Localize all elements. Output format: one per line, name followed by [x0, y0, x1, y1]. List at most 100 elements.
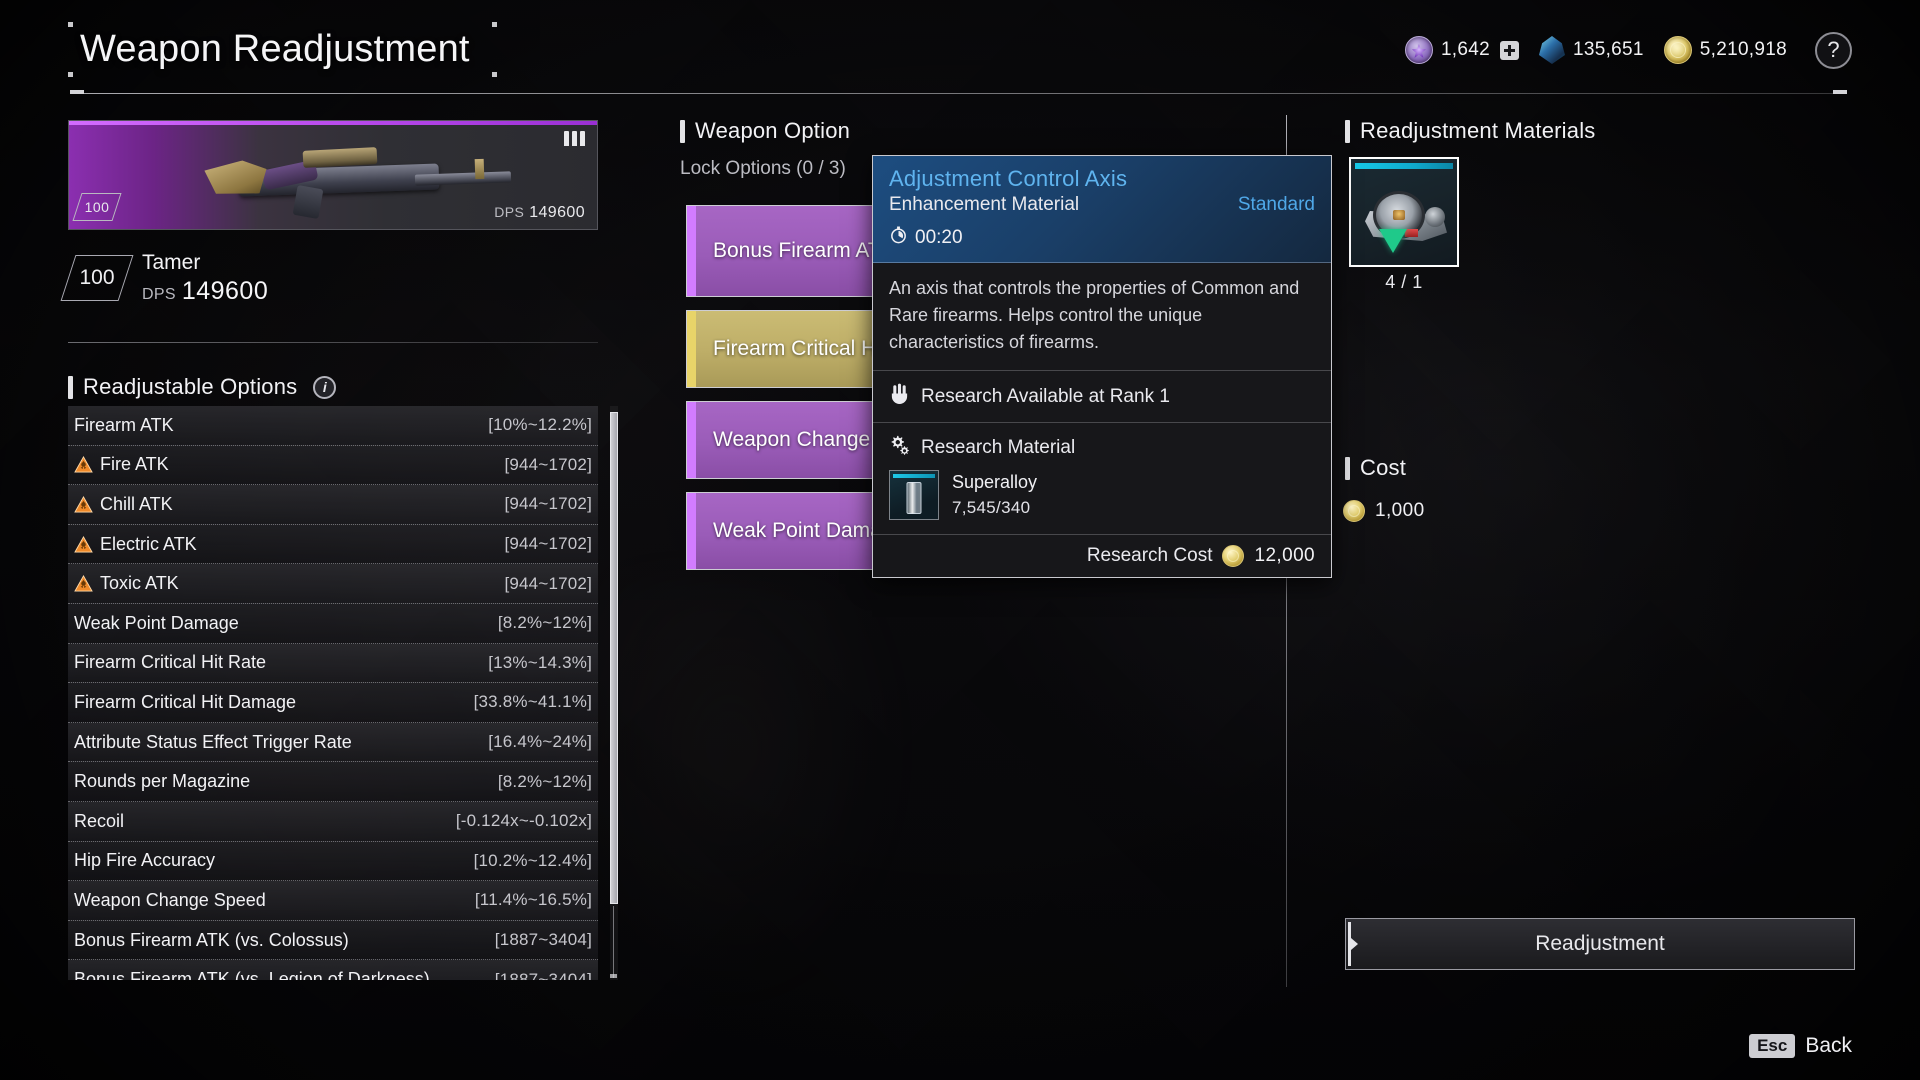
option-name: Rounds per Magazine	[74, 771, 251, 792]
page-title: Weapon Readjustment	[80, 28, 470, 70]
material-vial-shape	[906, 482, 922, 514]
weapon-preview-card[interactable]: 100 DPS 149600	[68, 120, 598, 230]
header-divider-tick	[1833, 90, 1847, 94]
option-row[interactable]: Electric ATK [944~1702]	[68, 524, 598, 565]
lock-options-label[interactable]: Lock Options (0 / 3)	[680, 158, 846, 180]
tooltip-rank-requirement: Research Available at Rank 1	[921, 385, 1170, 407]
option-row-left: Fire ATK	[74, 454, 169, 475]
option-row[interactable]: Firearm Critical Hit Damage [33.8%~41.1%]	[68, 683, 598, 723]
option-row[interactable]: Rounds per Magazine [8.2%~12%]	[68, 762, 598, 802]
gold-coin-icon	[1343, 500, 1365, 522]
option-name: Chill ATK	[100, 493, 173, 514]
gold-coin-icon	[1663, 36, 1692, 64]
option-row-left: Chill ATK	[74, 494, 173, 515]
weapon-image	[199, 135, 529, 223]
option-name: Bonus Firearm ATK (vs. Colossus)	[74, 929, 349, 950]
tooltip-material-label: Research Material	[921, 437, 1076, 458]
title-corner-marker	[68, 72, 73, 77]
option-range: [944~1702]	[504, 534, 592, 554]
option-row[interactable]: Hip Fire Accuracy [10.2%~12.4%]	[68, 841, 598, 882]
tooltip-header: Adjustment Control Axis Enhancement Mate…	[873, 156, 1331, 263]
currency-bar: 1,642 135,651 5,210,918 ?	[1404, 30, 1852, 70]
option-row[interactable]: Weapon Change Speed [11.4%~16.5%]	[68, 881, 598, 921]
options-scrollbar[interactable]	[610, 406, 618, 980]
weapon-card-level: 100	[77, 193, 117, 221]
scrollbar-track-end	[610, 974, 617, 978]
readjustment-materials-heading: Readjustment Materials	[1345, 118, 1596, 144]
material-rarity-band	[1355, 163, 1453, 169]
option-row-left: Firearm Critical Hit Damage	[74, 692, 296, 713]
option-name: Attribute Status Effect Trigger Rate	[74, 731, 352, 752]
attribute-warning-icon	[74, 456, 93, 473]
tooltip-material-heading: Research Material	[873, 423, 1331, 466]
readjustable-options-list[interactable]: Firearm ATK [10%~12.2%] Fire ATK [944~1702]…	[68, 406, 598, 980]
left-panel-divider	[68, 342, 598, 343]
attribute-warning-icon	[74, 575, 93, 592]
tooltip-timer-value: 00:20	[915, 226, 963, 248]
tooltip-research-cost-value: 12,000	[1254, 545, 1315, 566]
cost-value: 1,000	[1375, 500, 1425, 521]
attribute-warning-icon	[74, 535, 93, 553]
adjustment-control-axis-icon	[1361, 177, 1447, 255]
option-row[interactable]: Fire ATK [944~1702]	[68, 445, 598, 486]
option-row[interactable]: Chill ATK [944~1702]	[68, 485, 598, 525]
tooltip-rank-row: Research Available at Rank 1	[873, 371, 1331, 423]
option-row-left: Weapon Change Speed	[74, 890, 266, 911]
ammo-type-icon	[564, 131, 585, 146]
tooltip-subheader: Enhancement Material Standard	[889, 194, 1315, 216]
option-row[interactable]: Firearm ATK [10%~12.2%]	[68, 406, 598, 446]
option-name: Recoil	[74, 810, 125, 831]
option-row-left: Recoil	[74, 811, 124, 832]
weapon-summary: 100 Tamer DPS 149600	[68, 245, 598, 311]
back-hint[interactable]: Esc Back	[1749, 1034, 1852, 1058]
weapon-front-sight-shape	[474, 158, 485, 180]
weapon-card-dps: DPS 149600	[494, 204, 585, 222]
currency-crystal: 135,651	[1538, 36, 1644, 64]
option-row[interactable]: Toxic ATK [944~1702]	[68, 564, 598, 604]
option-row-left: Hip Fire Accuracy	[74, 850, 215, 871]
scrollbar-thumb[interactable]	[610, 412, 618, 904]
material-slot[interactable]	[1349, 157, 1459, 267]
material-count: 4 / 1	[1385, 272, 1423, 292]
tooltip-material-name: Superalloy	[952, 472, 1038, 492]
weapon-dps-value: 149600	[181, 276, 269, 305]
option-range: [10%~12.2%]	[488, 415, 592, 435]
esc-key-cap: Esc	[1749, 1034, 1796, 1058]
heading-accent-bar	[68, 375, 73, 399]
weapon-level-badge: 100	[68, 255, 126, 301]
option-name: Weapon Change Speed	[74, 889, 266, 910]
title-corner-marker	[492, 22, 497, 27]
option-range: [16.4%~24%]	[488, 732, 592, 752]
option-row[interactable]: Recoil [-0.124x~-0.102x]	[68, 801, 598, 842]
back-label: Back	[1805, 1034, 1852, 1057]
option-row[interactable]: Firearm Critical Hit Rate [13%~14.3%]	[68, 643, 598, 684]
help-button[interactable]: ?	[1815, 31, 1852, 69]
tooltip-material-row: Superalloy 7,545/340	[873, 466, 1331, 535]
header-divider-tick	[70, 90, 84, 94]
title-corner-marker	[68, 22, 73, 27]
tooltip-grade: Standard	[1237, 194, 1315, 215]
tooltip-title: Adjustment Control Axis	[889, 166, 1128, 191]
option-range: [8.2%~12%]	[497, 771, 592, 791]
option-range: [1887~3404]	[494, 930, 592, 950]
heading-accent-bar	[1345, 119, 1350, 143]
option-row[interactable]: Bonus Firearm ATK (vs. Colossus) [1887~34…	[68, 920, 598, 961]
option-name: Electric ATK	[100, 533, 197, 554]
option-row-left: Firearm ATK	[74, 415, 174, 436]
info-icon[interactable]: i	[313, 375, 337, 399]
option-range: [11.4%~16.5%]	[474, 890, 592, 910]
material-knob-shape	[1425, 207, 1445, 227]
option-row-left: Bonus Firearm ATK (vs. Colossus)	[74, 930, 349, 951]
option-row[interactable]: Weak Point Damage [8.2%~12%]	[68, 603, 598, 644]
option-row[interactable]: Attribute Status Effect Trigger Rate [16.…	[68, 722, 598, 763]
weapon-dps: DPS 149600	[142, 277, 268, 306]
option-range: [944~1702]	[504, 454, 592, 474]
readjustment-button-label: Readjustment	[1535, 932, 1665, 955]
add-caliber-button[interactable]	[1499, 40, 1519, 60]
option-row[interactable]: Bonus Firearm ATK (vs. Legion of Darknes…	[68, 960, 598, 980]
option-row-left: Toxic ATK	[74, 573, 179, 594]
readjustment-button[interactable]: Readjustment	[1345, 918, 1855, 970]
option-name: Hip Fire Accuracy	[74, 850, 216, 871]
tooltip-research-cost-row: Research Cost 12,000	[873, 535, 1331, 577]
material-arrow-shape	[1379, 229, 1407, 253]
